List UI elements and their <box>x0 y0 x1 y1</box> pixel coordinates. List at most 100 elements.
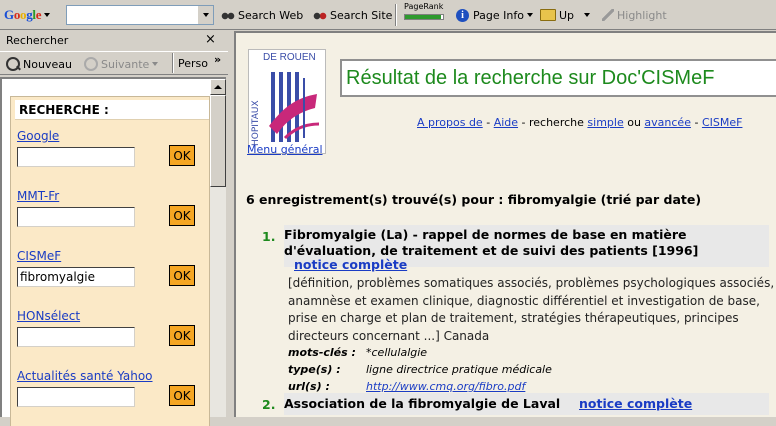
chevron-down-icon <box>526 13 533 17</box>
chevron-down-icon <box>202 13 209 17</box>
result-title-line: Association de la fibromyalgie de Laval <box>284 396 561 411</box>
engine-link-google[interactable]: Google <box>17 129 59 143</box>
nav-separator: - <box>482 116 494 129</box>
highlight-button[interactable]: Highlight <box>602 7 667 23</box>
magnifier-icon <box>84 57 98 71</box>
meta-value: ligne directrice pratique médicale <box>366 363 552 376</box>
up-dropdown[interactable] <box>581 7 590 23</box>
logo-side-label: HOPITAUX <box>251 100 261 146</box>
magnifier-icon <box>6 57 20 71</box>
apropos-link[interactable]: A propos de <box>417 116 483 129</box>
search-pane-title: Rechercher <box>6 34 69 47</box>
nav-separator: - <box>690 116 702 129</box>
page-title-text: Résultat de la recherche sur Doc'CISMeF <box>346 66 715 89</box>
chu-rouen-emblem-icon <box>269 72 320 142</box>
meta-type: type(s) : ligne directrice pratique médic… <box>288 363 552 376</box>
recherche-simple-link[interactable]: simple <box>587 116 623 129</box>
toolbar-overflow-button[interactable]: » <box>214 53 221 66</box>
result-description: [définition, problèmes somatiques associ… <box>288 276 775 343</box>
highlighter-icon <box>602 9 614 21</box>
meta-key: type(s) : <box>288 363 341 376</box>
engine-input-mmt-fr[interactable] <box>17 207 135 227</box>
suivante-label: Suivante <box>101 57 150 71</box>
search-history-dropdown[interactable] <box>197 6 213 24</box>
engine-link-cismef[interactable]: CISMeF <box>17 249 61 263</box>
toolbar-search-input[interactable] <box>66 5 214 25</box>
engine-input-google[interactable] <box>17 147 135 167</box>
ok-button-cismef[interactable]: OK <box>169 265 195 286</box>
meta-motscles: mots-clés : *cellulalgie <box>288 346 427 359</box>
chevron-down-icon <box>152 62 159 66</box>
ok-button-mmt-fr[interactable]: OK <box>169 205 195 226</box>
notice-complete-link[interactable]: notice complète <box>579 396 692 412</box>
recherche-heading: RECHERCHE : <box>15 100 209 120</box>
page-info-button[interactable]: i Page Info <box>456 7 533 23</box>
ok-button-honselect[interactable]: OK <box>169 325 195 346</box>
site-search-icon <box>313 8 327 22</box>
result-url-link[interactable]: http://www.cmq.org/fibro.pdf <box>366 380 525 393</box>
hopitaux-rouen-logo[interactable]: HOPITAUX DE ROUEN <box>248 49 326 154</box>
menu-general-link[interactable]: Menu général <box>247 143 323 156</box>
chevron-right-double-icon: » <box>214 53 222 66</box>
document-frame: HOPITAUX DE ROUEN Menu général Résultat … <box>230 31 776 417</box>
engine-link-mmt-fr[interactable]: MMT-Fr <box>17 189 59 203</box>
result-number: 2. <box>262 397 276 412</box>
search-web-button[interactable]: Search Web <box>221 7 303 23</box>
result-title-box: Association de la fibromyalgie de Laval … <box>284 393 769 415</box>
ok-button-google[interactable]: OK <box>169 145 195 166</box>
result-number: 1. <box>262 229 276 244</box>
search-site-label: Search Site <box>330 8 393 22</box>
search-pane-header: Rechercher × <box>0 31 228 50</box>
up-button[interactable]: Up <box>540 7 574 23</box>
pagerank-bar[interactable] <box>404 14 444 20</box>
toolbar-divider <box>172 53 174 73</box>
pagerank-fill <box>405 15 442 19</box>
ok-button-yahoo-sante[interactable]: OK <box>169 385 195 406</box>
info-icon: i <box>456 8 469 22</box>
meta-key: mots-clés : <box>288 346 356 359</box>
meta-key: url(s) : <box>288 380 330 393</box>
nouveau-button[interactable]: Nouveau <box>6 57 72 71</box>
notice-complete-link[interactable]: notice complète <box>294 257 407 273</box>
arrow-up-icon <box>214 85 222 89</box>
scroll-up-button[interactable] <box>210 79 226 95</box>
binoculars-icon <box>221 8 235 22</box>
meta-value: *cellulalgie <box>366 346 428 359</box>
toolbar-divider <box>395 4 397 26</box>
folder-up-icon <box>540 9 556 21</box>
document-body: HOPITAUX DE ROUEN Menu général Résultat … <box>234 31 776 417</box>
logo-top-label: DE ROUEN <box>263 52 316 63</box>
engine-link-yahoo-sante[interactable]: Actualités santé Yahoo <box>17 369 153 383</box>
suivante-button[interactable]: Suivante <box>84 57 159 71</box>
engine-input-honselect[interactable] <box>17 327 135 347</box>
page-title: Résultat de la recherche sur Doc'CISMeF <box>340 59 776 97</box>
engine-link-honselect[interactable]: HONsélect <box>17 309 80 323</box>
engine-input-yahoo-sante[interactable] <box>17 387 135 407</box>
pagerank-label: PageRank <box>404 2 444 11</box>
engine-input-cismef[interactable] <box>17 267 135 287</box>
google-logo-button[interactable]: Google <box>4 7 51 23</box>
search-pane-scrollbar[interactable] <box>210 79 226 417</box>
search-web-label: Search Web <box>238 8 304 22</box>
nav-separator: - recherche <box>518 116 588 129</box>
search-site-button[interactable]: Search Site <box>313 7 392 23</box>
close-icon[interactable]: × <box>205 32 216 47</box>
logo-side-text: HOPITAUX <box>249 50 263 153</box>
chevron-down-icon <box>44 13 51 17</box>
result-title-line: Fibromyalgie (La) - rappel de normes de … <box>284 227 687 242</box>
cismef-link[interactable]: CISMeF <box>702 116 743 129</box>
nouveau-label: Nouveau <box>23 57 72 71</box>
google-toolbar: Google Search Web Search Site PageRank i… <box>0 0 776 30</box>
result-count: 6 enregistrement(s) trouvé(s) pour : fib… <box>246 192 702 207</box>
up-label: Up <box>559 8 575 22</box>
highlight-label: Highlight <box>617 8 667 22</box>
recherche-avancee-link[interactable]: avancée <box>644 116 691 129</box>
google-logo: Google <box>4 7 42 22</box>
perso-button[interactable]: Perso <box>178 57 208 70</box>
chevron-down-icon <box>584 13 590 17</box>
search-pane-content: RECHERCHE : Google OK MMT-Fr OK CISMeF O… <box>10 96 210 426</box>
page-info-label: Page Info <box>473 8 524 22</box>
nav-links: A propos de - Aide - recherche simple ou… <box>417 116 742 129</box>
scrollbar-thumb[interactable] <box>210 95 226 187</box>
aide-link[interactable]: Aide <box>494 116 518 129</box>
